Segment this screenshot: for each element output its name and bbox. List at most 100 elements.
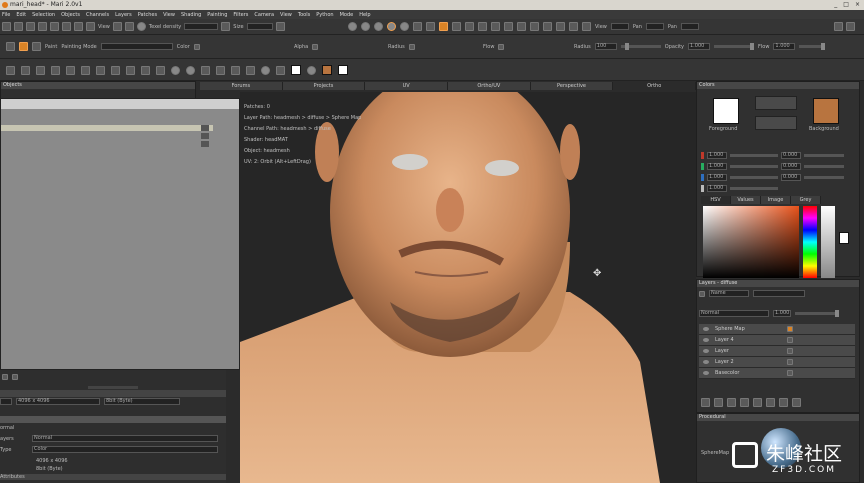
alpha-toggle-icon[interactable] xyxy=(312,44,319,50)
unlink-icon[interactable] xyxy=(74,22,83,31)
channel-value-field-2[interactable]: 0.000 xyxy=(781,174,801,181)
flow-field[interactable]: 1.000 xyxy=(773,43,796,50)
texel-icon[interactable] xyxy=(136,22,146,31)
snap-icon[interactable] xyxy=(517,22,526,31)
menu-item[interactable]: View xyxy=(163,12,175,18)
menu-item[interactable]: Layers xyxy=(115,12,132,18)
shading-full-icon[interactable] xyxy=(374,22,383,31)
menu-item[interactable]: Help xyxy=(359,12,370,18)
pan-field[interactable] xyxy=(645,23,664,30)
viewport-tab[interactable]: Forums xyxy=(200,82,283,90)
merge-icon[interactable] xyxy=(766,398,775,407)
select-drag-icon[interactable] xyxy=(21,65,30,75)
flow-toggle-icon[interactable] xyxy=(498,44,505,50)
painting-mode-dropdown[interactable] xyxy=(100,43,173,50)
layer-row[interactable]: Layer 2 xyxy=(699,357,855,368)
open-icon[interactable] xyxy=(14,22,23,31)
mask-tool-icon[interactable] xyxy=(231,65,240,75)
visibility-eye-icon[interactable] xyxy=(703,338,709,342)
transform-gizmo-icon[interactable]: ✥ xyxy=(593,268,605,280)
refresh-icon[interactable] xyxy=(221,22,231,31)
visibility-eye-icon[interactable] xyxy=(703,360,709,364)
scale-icon[interactable] xyxy=(491,22,500,31)
viewport-tab[interactable]: Perspective xyxy=(530,82,614,90)
add-adjust-icon[interactable] xyxy=(714,398,723,407)
paint-through-icon[interactable] xyxy=(126,65,135,75)
patch-icon[interactable] xyxy=(413,22,422,31)
channel-depth-field[interactable]: 8bit (Byte) xyxy=(104,398,180,405)
color-picker-square[interactable] xyxy=(703,206,799,278)
radius-slider[interactable] xyxy=(620,43,661,50)
channel-value-field[interactable]: 1.000 xyxy=(707,152,727,159)
blur-tool-icon[interactable] xyxy=(186,65,195,75)
color-mode-tab[interactable]: Image xyxy=(761,196,791,204)
add-layer-icon[interactable] xyxy=(701,398,710,407)
view-field[interactable] xyxy=(610,23,629,30)
channel-value-field[interactable]: 1.000 xyxy=(707,185,727,192)
mask-icon[interactable] xyxy=(753,398,762,407)
reset-colors-icon[interactable] xyxy=(338,65,348,75)
dialog-row-button[interactable] xyxy=(201,125,209,131)
help-icon[interactable] xyxy=(846,22,855,31)
background-swatch-small[interactable] xyxy=(322,65,332,75)
clone-tool-icon[interactable] xyxy=(216,65,225,75)
menu-item[interactable]: Camera xyxy=(254,12,274,18)
grid2-icon[interactable] xyxy=(426,22,435,31)
camera-icon[interactable] xyxy=(530,22,539,31)
group-icon[interactable] xyxy=(740,398,749,407)
type-dropdown[interactable]: Color xyxy=(32,446,218,453)
layer-link-icon[interactable] xyxy=(12,374,18,380)
camera3-icon[interactable] xyxy=(556,22,565,31)
viewport-tab[interactable]: Ortho/UV xyxy=(448,82,531,90)
swap-button[interactable] xyxy=(755,96,797,110)
new-icon[interactable] xyxy=(2,22,11,31)
pin-tool-icon[interactable] xyxy=(141,65,150,75)
frame-icon[interactable] xyxy=(112,22,122,31)
reset-button[interactable] xyxy=(755,116,797,130)
layer-opacity-field[interactable]: 1.000 xyxy=(773,310,791,317)
duplicate-icon[interactable] xyxy=(779,398,788,407)
maximize-button[interactable]: □ xyxy=(843,1,849,8)
drop-tool-icon[interactable] xyxy=(111,65,120,75)
channel-value-field[interactable]: 1.000 xyxy=(707,163,727,170)
shading-flat-icon[interactable] xyxy=(348,22,357,31)
opacity-slider[interactable] xyxy=(714,43,754,50)
background-swatch[interactable] xyxy=(813,98,839,124)
channel-name-field[interactable] xyxy=(0,398,12,405)
viewport[interactable]: Patches: 0 Layer Path: headmesh > diffuse… xyxy=(240,92,696,483)
camera2-icon[interactable] xyxy=(543,22,552,31)
color-mode-tab[interactable]: Grey xyxy=(791,196,821,204)
smear-tool-icon[interactable] xyxy=(201,65,210,75)
shading-lit-icon[interactable] xyxy=(361,22,370,31)
add-procedural-icon[interactable] xyxy=(727,398,736,407)
visibility-eye-icon[interactable] xyxy=(703,371,709,375)
layer-filter-dropdown[interactable]: Name xyxy=(709,290,749,297)
shading-flat2-icon[interactable] xyxy=(400,22,409,31)
shading-current-icon[interactable] xyxy=(387,22,396,31)
menu-item[interactable]: Mode xyxy=(340,12,354,18)
menu-item[interactable]: File xyxy=(2,12,10,18)
panel-splitter[interactable] xyxy=(88,386,138,389)
viewport-tab[interactable]: Projects xyxy=(282,82,366,90)
layer-row[interactable]: Sphere Map xyxy=(699,324,855,335)
dialog-row-button-3[interactable] xyxy=(201,141,209,147)
channel-size-field[interactable]: 4096 x 4096 xyxy=(16,398,100,405)
cross-tool-icon[interactable] xyxy=(81,65,90,75)
flow-slider[interactable] xyxy=(799,43,826,50)
color-toggle-icon[interactable] xyxy=(193,43,200,50)
dialog-row-button-2[interactable] xyxy=(201,133,209,139)
fill-tool-icon[interactable] xyxy=(96,65,105,75)
brush-tool-icon[interactable] xyxy=(66,65,75,75)
layout-icon[interactable] xyxy=(834,22,843,31)
menu-item[interactable]: Filters xyxy=(233,12,248,18)
viewport-tab[interactable]: UV xyxy=(365,82,449,90)
channel-value-field-2[interactable]: 0.000 xyxy=(781,152,801,159)
rotate-icon[interactable] xyxy=(478,22,487,31)
visibility-eye-icon[interactable] xyxy=(703,327,709,331)
layer-blend-dropdown[interactable]: Normal xyxy=(699,310,769,317)
channel-slider[interactable] xyxy=(730,154,778,157)
viewport-tab[interactable]: Ortho xyxy=(613,82,697,90)
layer-row[interactable]: Basecolor xyxy=(699,368,855,379)
filter-icon[interactable] xyxy=(699,290,705,297)
blend-dropdown[interactable]: Normal xyxy=(32,435,218,442)
